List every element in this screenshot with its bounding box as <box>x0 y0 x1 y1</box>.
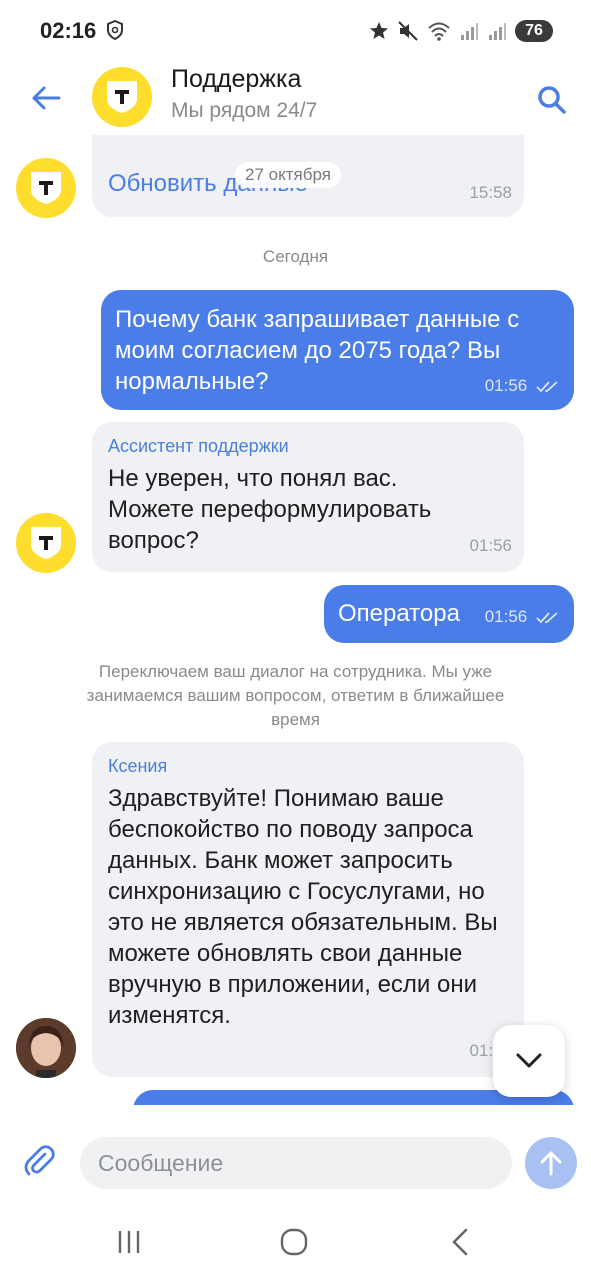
home-button[interactable] <box>274 1222 314 1262</box>
shield-logo-icon <box>107 81 137 113</box>
home-icon <box>280 1228 308 1256</box>
attach-button[interactable] <box>20 1141 60 1181</box>
operator-avatar <box>16 1018 76 1078</box>
signal-icon-2 <box>489 23 506 40</box>
message-meta: 01:56 <box>485 376 560 396</box>
message-time: 01:56 <box>469 536 512 555</box>
chat-header: Поддержка Мы рядом 24/7 <box>0 60 591 135</box>
chevron-down-icon <box>516 1053 542 1068</box>
sender-name: Ксения <box>108 756 168 776</box>
message-text: Не уверен, что понял вас. Можете перефор… <box>108 465 432 554</box>
recent-apps-button[interactable] <box>109 1222 149 1262</box>
battery-indicator: 76 <box>515 20 553 42</box>
double-check-icon <box>536 611 558 623</box>
bank-logo <box>92 67 152 127</box>
chat-title: Поддержка <box>171 65 302 93</box>
chat-messages[interactable]: Обновить данные 15:58 27 октября Сегодня… <box>0 135 591 1105</box>
message-time: 15:58 <box>469 183 512 202</box>
date-divider: Сегодня <box>262 247 329 266</box>
send-button[interactable] <box>525 1137 577 1189</box>
sender-name: Ассистент поддержки <box>108 436 289 456</box>
shield-logo-icon <box>31 172 61 204</box>
back-button[interactable] <box>26 80 66 116</box>
wifi-icon <box>428 22 450 41</box>
status-icons: 76 <box>369 18 553 44</box>
scroll-to-bottom-button[interactable] <box>493 1025 565 1097</box>
paperclip-icon <box>24 1145 55 1176</box>
message-bubble-outgoing: Оператора 01:56 <box>324 585 574 643</box>
shield-logo-icon <box>31 527 61 559</box>
message-input[interactable] <box>80 1137 512 1189</box>
message-text: Оператора <box>338 600 460 627</box>
message-bubble-incoming: Ксения Здравствуйте! Понимаю ваше беспок… <box>92 742 524 1077</box>
message-composer <box>0 1105 591 1200</box>
bot-avatar <box>16 513 76 573</box>
chat-subtitle: Мы рядом 24/7 <box>171 99 318 122</box>
search-button[interactable] <box>532 80 572 120</box>
back-nav-button[interactable] <box>440 1222 480 1262</box>
message-time: 01:56 <box>484 376 528 395</box>
recent-apps-icon <box>118 1231 140 1253</box>
message-meta: 01:56 <box>485 607 560 627</box>
status-time: 02:16 <box>40 18 97 43</box>
system-nav-bar <box>0 1200 591 1280</box>
message-bubble-incoming: Ассистент поддержки Не уверен, что понял… <box>92 422 524 572</box>
chevron-left-icon <box>452 1228 468 1256</box>
arrow-left-icon <box>32 86 61 110</box>
arrow-up-icon <box>540 1151 562 1176</box>
message-bubble-outgoing: Почему банк запрашивает данные с моим со… <box>101 290 574 410</box>
message-time: 01:56 <box>484 607 528 626</box>
person-photo-icon <box>16 1018 76 1078</box>
date-chip: 27 октября <box>235 162 341 188</box>
system-message: Переключаем ваш диалог на сотрудника. Мы… <box>86 662 505 729</box>
shield-icon <box>107 20 123 40</box>
bot-avatar <box>16 158 76 218</box>
status-bar: 02:16 76 <box>0 0 591 60</box>
message-text: Здравствуйте! Понимаю ваше беспокойство … <box>108 785 498 1029</box>
double-check-icon <box>536 380 558 392</box>
search-icon <box>538 86 566 114</box>
star-icon <box>370 22 388 39</box>
mute-icon <box>398 21 418 41</box>
signal-icon <box>461 23 478 40</box>
